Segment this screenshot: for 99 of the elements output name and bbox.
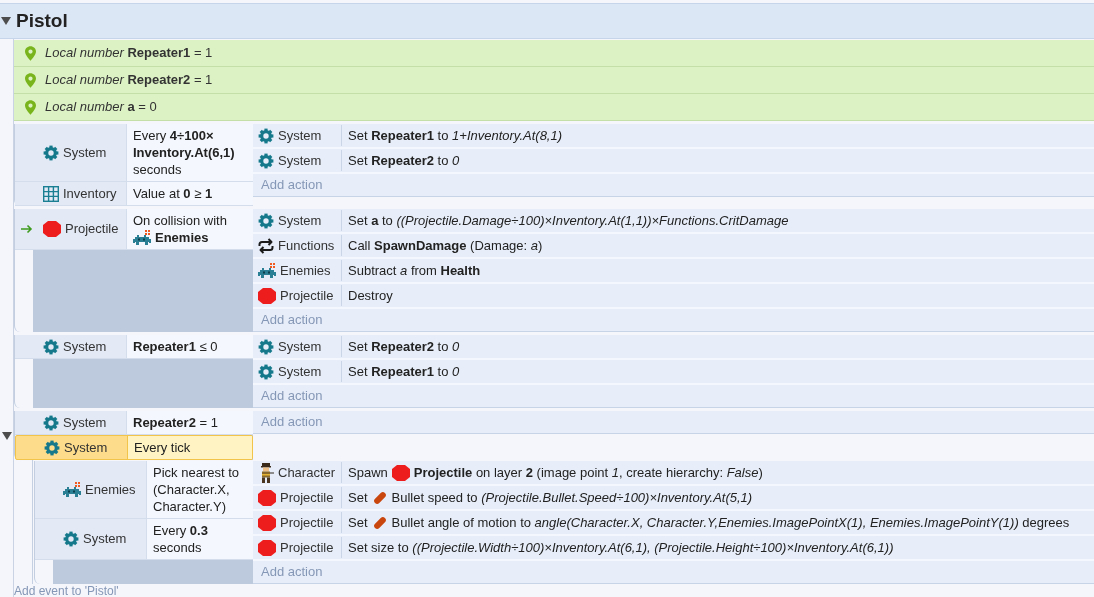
local-variable-text: Local number Repeater2 = 1: [45, 71, 213, 90]
condition-row[interactable]: Inventory Value at 0 ≥ 1: [15, 182, 253, 206]
object-name: System: [278, 337, 322, 356]
gear-icon: [258, 127, 274, 144]
condition-row[interactable]: Projectile On collision with Enemies: [15, 209, 253, 250]
condition-row[interactable]: System Repeater2 = 1: [15, 411, 253, 435]
local-variable-row[interactable]: Local number Repeater1 = 1: [14, 40, 1094, 67]
object-name: Functions: [278, 236, 335, 255]
pin-icon: [25, 72, 36, 88]
object-name: Projectile: [65, 220, 119, 239]
invader-icon: [258, 262, 276, 279]
action-text: Destroy: [347, 287, 394, 305]
object-name: System: [83, 530, 127, 549]
group-header[interactable]: Pistol: [0, 3, 1094, 39]
octagon-icon: [258, 514, 276, 531]
condition-row[interactable]: System Repeater1 ≤ 0: [15, 335, 253, 359]
condition-text: Repeater1 ≤ 0: [126, 335, 253, 358]
object-name: Enemies: [280, 261, 331, 280]
object-name: Character: [278, 463, 336, 482]
object-name: System: [278, 211, 322, 230]
local-variable-row[interactable]: Local number a = 0: [14, 94, 1094, 121]
local-variable-text: Local number Repeater1 = 1: [45, 44, 213, 63]
action-row[interactable]: Projectile Set size to ((Projectile.Width÷100)×Inventory.At(6,1), (Projectile.Height÷100)×Inventory.At(6,1)): [253, 536, 1094, 561]
gear-icon: [43, 144, 59, 161]
gear-icon: [63, 531, 79, 547]
group-title: Pistol: [16, 8, 68, 33]
octagon-icon: [43, 221, 61, 237]
action-text: Call SpawnDamage (Damage: a): [347, 237, 544, 255]
triangle-icon[interactable]: [2, 431, 12, 440]
condition-text: Value at 0 ≥ 1: [126, 182, 253, 205]
loop-arrows-icon: [258, 237, 274, 254]
condition-text: Repeater2 = 1: [126, 411, 253, 434]
action-row[interactable]: Character Spawn Projectile on layer 2 (image point 1, create hierarchy: False): [253, 461, 1094, 486]
condition-row[interactable]: Enemies Pick nearest to (Character.X, Character.Y): [35, 461, 253, 519]
object-name: System: [63, 337, 107, 356]
action-text: Projectile on layer 2 (image point 1, create hierarchy: False): [413, 464, 763, 481]
local-variable-row[interactable]: Local number Repeater2 = 1: [14, 67, 1094, 94]
gear-icon: [43, 414, 59, 431]
object-name: System: [278, 151, 322, 170]
action-text: Set Repeater1 to 1+Inventory.At(8,1): [347, 127, 564, 145]
object-name: Projectile: [280, 286, 334, 305]
object-name: Enemies: [85, 480, 136, 499]
action-text: Set Repeater2 to 0: [347, 338, 461, 356]
octagon-icon: [258, 489, 276, 506]
action-row[interactable]: System Set Repeater1 to 0: [253, 360, 1094, 385]
pin-icon: [25, 45, 36, 61]
action-row[interactable]: Projectile Set Bullet angle of motion to angle(Character.X, Character.Y,Enemies.ImagePointX(1), Enemies.ImagePointY(1)) degrees: [253, 511, 1094, 536]
condition-row[interactable]: System Every 4÷100× Inventory.At(6,1) seconds: [15, 124, 253, 182]
triangle-icon[interactable]: [1, 17, 11, 25]
object-name: System: [63, 413, 107, 432]
action-row[interactable]: Projectile Destroy: [253, 284, 1094, 309]
octagon-icon: [258, 287, 276, 304]
action-row[interactable]: System Set Repeater2 to 0: [253, 149, 1094, 174]
object-name: System: [64, 438, 108, 457]
action-row[interactable]: Projectile Set Bullet speed to (Projectile.Bullet.Speed÷100)×Inventory.At(5,1): [253, 486, 1094, 511]
condition-text: Every tick: [127, 436, 252, 459]
action-text: Set size to ((Projectile.Width÷100)×Inventory.At(6,1), (Projectile.Height÷100)×Inventory.At(6,1)): [347, 539, 895, 557]
octagon-icon: [391, 464, 410, 481]
gear-icon: [44, 439, 60, 456]
octagon-icon: [258, 539, 276, 556]
action-text: Set a to ((Projectile.Damage÷100)×Inventory.At(1,1))×Functions.CritDamage: [347, 212, 790, 230]
action-text: Set: [348, 514, 368, 531]
action-text: Bullet angle of motion to angle(Character.X, Character.Y,Enemies.ImagePointX(1), Enemies.ImagePointY(1)) degrees: [391, 514, 1070, 531]
action-text: Set Repeater1 to 0: [347, 363, 461, 381]
gear-icon: [258, 212, 274, 229]
figure-icon: [258, 462, 274, 483]
action-row[interactable]: Enemies Subtract a from Health: [253, 259, 1094, 284]
invader-icon: [133, 229, 151, 246]
grid-icon: [43, 185, 59, 202]
object-name: System: [63, 143, 107, 162]
action-row[interactable]: Functions Call SpawnDamage (Damage: a): [253, 234, 1094, 259]
action-text: Set Repeater2 to 0: [347, 152, 461, 170]
object-name: Inventory: [63, 184, 117, 203]
invader-icon: [63, 481, 81, 498]
local-variable-text: Local number a = 0: [45, 98, 157, 117]
gear-icon: [258, 338, 274, 355]
condition-text: On collision with: [133, 212, 227, 229]
gear-icon: [43, 338, 59, 355]
condition-row[interactable]: System Every tick: [15, 435, 253, 460]
action-text: Set: [348, 489, 368, 506]
condition-text: Pick nearest to (Character.X, Character.Y): [146, 461, 253, 518]
condition-text: Enemies: [155, 229, 209, 246]
action-text: Bullet speed to (Projectile.Bullet.Speed÷100)×Inventory.At(5,1): [391, 489, 753, 506]
pin-icon: [25, 99, 36, 115]
object-name: Projectile: [280, 488, 334, 507]
object-name: System: [278, 126, 322, 145]
action-text: Spawn: [348, 464, 388, 481]
object-name: Projectile: [280, 538, 334, 557]
condition-text: Every 4÷100× Inventory.At(6,1) seconds: [126, 124, 253, 181]
condition-text: Every 0.3 seconds: [146, 519, 253, 559]
object-name: Projectile: [280, 513, 334, 532]
action-row[interactable]: System Set a to ((Projectile.Damage÷100)×Inventory.At(1,1))×Functions.CritDamage: [253, 209, 1094, 234]
action-row[interactable]: System Set Repeater2 to 0: [253, 335, 1094, 360]
action-row[interactable]: System Set Repeater1 to 1+Inventory.At(8,1): [253, 124, 1094, 149]
object-name: System: [278, 362, 322, 381]
action-text: Subtract a from Health: [347, 262, 482, 280]
gear-icon: [258, 363, 274, 380]
gear-icon: [258, 152, 274, 169]
condition-row[interactable]: System Every 0.3 seconds: [35, 519, 253, 560]
